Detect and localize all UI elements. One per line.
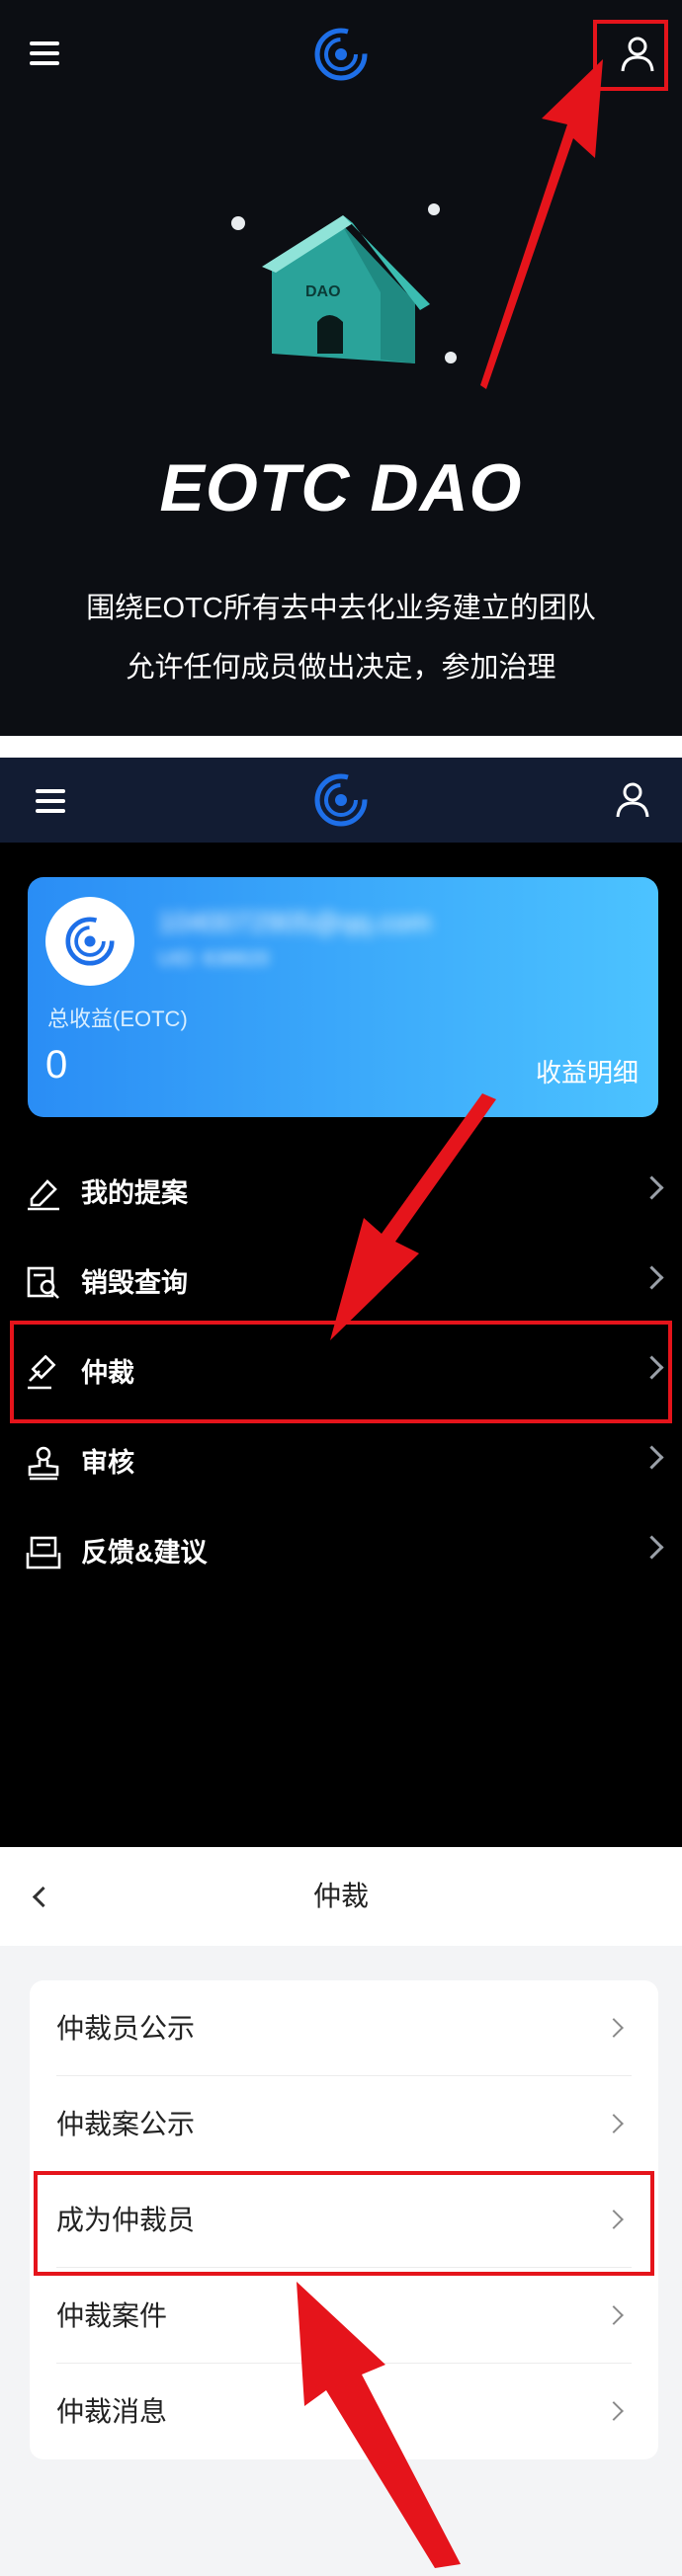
account-uid: UID: 638820 <box>158 948 270 970</box>
profile-header <box>0 758 682 843</box>
stamp-icon <box>28 1446 59 1481</box>
list-item-label: 仲裁案件 <box>56 2300 168 2331</box>
chevron-right-icon <box>639 1175 664 1200</box>
chevron-right-icon <box>604 2018 624 2038</box>
chevron-right-icon <box>604 2114 624 2133</box>
become-arbitrator-highlight <box>34 2171 654 2276</box>
arbitration-screen: 仲裁 仲裁员公示 仲裁案公示 成为仲裁员 仲裁案件 仲裁消息 <box>0 1847 682 2576</box>
profile-screen: 1040072905@qq.com UID: 638820 总收益(EOTC) … <box>0 758 682 1847</box>
description-line-2: 允许任何成员做出决定，参加治理 <box>126 652 556 684</box>
annotation-arrow <box>297 2282 461 2568</box>
burn-query-icon <box>27 1266 59 1299</box>
annotation-arrow <box>330 1093 496 1340</box>
eotc-logo-icon <box>65 917 115 966</box>
chevron-right-icon <box>639 1535 664 1560</box>
hamburger-menu-icon[interactable] <box>30 41 59 65</box>
chevron-right-icon <box>639 1265 664 1290</box>
eotc-logo-icon[interactable] <box>314 773 368 827</box>
list-item-arbitrator-notice[interactable]: 仲裁员公示 <box>30 1980 658 2076</box>
hero-title: EOTC DAO <box>159 450 523 525</box>
house-sign: DAO <box>305 283 341 300</box>
dao-house-icon: DAO <box>231 203 457 363</box>
feedback-icon <box>26 1536 61 1570</box>
avatar <box>45 897 134 986</box>
home-screen: DAO EOTC DAO 围绕EOTC所有去中去化业务建立的团队 允许任何成员做… <box>0 0 682 736</box>
hamburger-menu-icon[interactable] <box>36 789 65 813</box>
page-title: 仲裁 <box>312 1881 369 1911</box>
menu-item-label: 我的提案 <box>81 1178 188 1208</box>
menu-item-label: 销毁查询 <box>81 1268 188 1298</box>
description-line-1: 围绕EOTC所有去中去化业务建立的团队 <box>86 593 596 624</box>
arbitration-header: 仲裁 <box>0 1847 682 1946</box>
earnings-detail-link[interactable]: 收益明细 <box>536 1053 639 1089</box>
annotation-arrow <box>480 59 603 389</box>
menu-item-feedback[interactable]: 反馈&建议 <box>0 1508 682 1597</box>
list-item-case-notice[interactable]: 仲裁案公示 <box>30 2076 658 2172</box>
menu-item-label: 反馈&建议 <box>81 1538 208 1568</box>
list-item-label: 仲裁消息 <box>56 2396 168 2427</box>
proposal-icon <box>28 1179 59 1211</box>
earnings-value: 0 <box>45 1043 68 1087</box>
chevron-right-icon <box>604 2401 624 2421</box>
chevron-right-icon <box>639 1445 664 1470</box>
earnings-label: 总收益(EOTC) <box>47 1006 188 1031</box>
chevron-right-icon <box>604 2305 624 2325</box>
user-icon[interactable] <box>615 781 650 819</box>
eotc-logo-icon[interactable] <box>314 28 368 81</box>
account-card: 1040072905@qq.com UID: 638820 总收益(EOTC) … <box>28 877 658 1117</box>
list-item-label: 仲裁员公示 <box>56 2013 196 2044</box>
account-email: 1040072905@qq.com <box>158 907 431 937</box>
list-item-label: 仲裁案公示 <box>56 2109 196 2139</box>
menu-item-review[interactable]: 审核 <box>0 1418 682 1507</box>
menu-item-label: 审核 <box>81 1448 134 1478</box>
